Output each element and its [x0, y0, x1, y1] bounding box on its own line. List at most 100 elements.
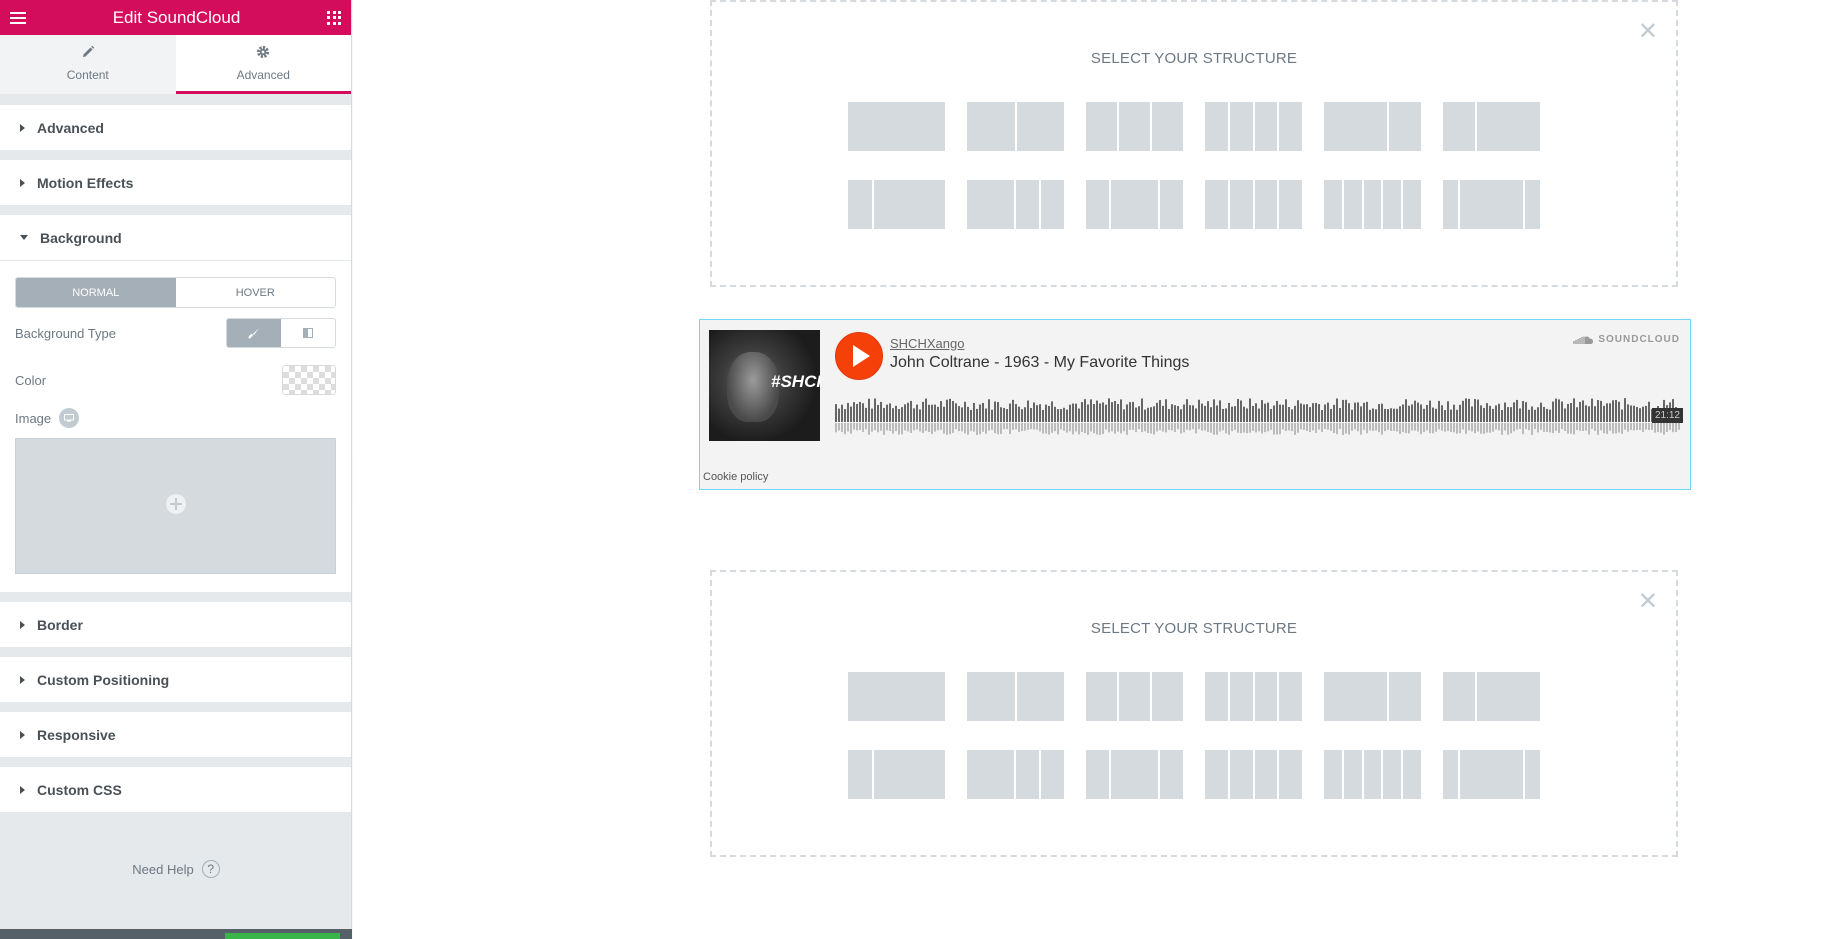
preset-column — [1086, 180, 1110, 229]
preset-column — [967, 672, 1015, 721]
preset-column — [1205, 750, 1228, 799]
gear-icon — [256, 45, 270, 62]
soundcloud-widget[interactable]: #SHCHX SHCHXango John Coltrane - 1963 - … — [699, 319, 1691, 490]
preset-column — [1279, 102, 1302, 151]
widgets-grid-icon[interactable] — [327, 10, 341, 25]
soundcloud-logo[interactable]: SOUNDCLOUD — [1572, 334, 1680, 345]
section-background[interactable]: Background — [0, 215, 351, 260]
preset-column — [1279, 180, 1302, 229]
paint-brush-icon[interactable] — [227, 319, 281, 347]
preset-column — [1040, 750, 1064, 799]
preset-column — [1159, 750, 1183, 799]
track-title[interactable]: John Coltrane - 1963 - My Favorite Thing… — [890, 354, 1189, 372]
structure-title: SELECT YOUR STRUCTURE — [1090, 620, 1298, 637]
preset-column — [967, 180, 1014, 229]
structure-preset[interactable] — [1086, 750, 1183, 799]
structure-preset[interactable] — [848, 672, 945, 721]
waveform[interactable] — [835, 394, 1681, 438]
track-artwork[interactable]: #SHCHX — [709, 330, 820, 441]
preset-column — [1443, 180, 1459, 229]
background-controls: NORMAL HOVER Background Type Color Image — [0, 260, 351, 592]
structure-preset[interactable] — [848, 180, 945, 229]
structure-preset[interactable] — [1086, 672, 1183, 721]
structure-preset[interactable] — [1086, 180, 1183, 229]
caret-right-icon — [20, 620, 25, 629]
structure-preset[interactable] — [1205, 102, 1302, 151]
tab-advanced-label: Advanced — [236, 67, 290, 82]
preset-column — [1524, 180, 1540, 229]
preset-column — [1343, 180, 1362, 229]
tab-hover[interactable]: HOVER — [176, 278, 336, 307]
tab-normal[interactable]: NORMAL — [16, 278, 176, 307]
preset-column — [1254, 180, 1278, 229]
preset-column — [848, 750, 872, 799]
preset-column — [1015, 750, 1039, 799]
structure-preset[interactable] — [1086, 102, 1183, 151]
structure-preset[interactable] — [1324, 672, 1421, 721]
responsive-monitor-icon[interactable] — [59, 408, 80, 428]
preset-column — [1205, 672, 1228, 721]
editor-canvas: ✕ SELECT YOUR STRUCTURE #SHCHX SHCHXango… — [353, 0, 1840, 939]
preset-column — [1016, 102, 1064, 151]
preset-column — [1015, 180, 1039, 229]
caret-down-icon — [20, 235, 28, 240]
gradient-icon[interactable] — [281, 319, 335, 347]
section-positioning-label: Custom Positioning — [37, 671, 170, 688]
structure-preset[interactable] — [1443, 102, 1540, 151]
structure-preset[interactable] — [1205, 180, 1302, 229]
color-picker-swatch[interactable] — [282, 365, 336, 395]
tab-advanced[interactable]: Advanced — [175, 35, 351, 94]
section-custom-css[interactable]: Custom CSS — [0, 767, 351, 812]
preset-column — [1229, 180, 1253, 229]
structure-preset[interactable] — [848, 750, 945, 799]
soundcloud-brand-text: SOUNDCLOUD — [1598, 334, 1680, 345]
structure-preset[interactable] — [967, 180, 1064, 229]
artwork-text: #SHCHX — [771, 372, 820, 391]
preset-column — [848, 180, 872, 229]
preset-column — [1159, 180, 1183, 229]
structure-preset[interactable] — [1324, 102, 1421, 151]
preset-column — [1443, 750, 1459, 799]
structure-preset[interactable] — [1443, 180, 1540, 229]
structure-preset[interactable] — [1205, 672, 1302, 721]
tab-content[interactable]: Content — [0, 35, 176, 94]
structure-preset[interactable] — [967, 102, 1064, 151]
structure-preset[interactable] — [967, 672, 1064, 721]
track-user-link[interactable]: SHCHXango — [890, 336, 964, 351]
section-responsive[interactable]: Responsive — [0, 712, 351, 757]
need-help-link[interactable]: Need Help ? — [0, 860, 352, 878]
structure-preset[interactable] — [1443, 750, 1540, 799]
section-responsive-label: Responsive — [37, 726, 116, 743]
section-advanced[interactable]: Advanced — [0, 105, 351, 150]
preset-column — [1324, 180, 1342, 229]
menu-icon[interactable] — [10, 11, 26, 24]
play-button[interactable] — [835, 332, 883, 380]
structure-preset[interactable] — [1324, 180, 1421, 229]
structure-preset[interactable] — [1324, 750, 1421, 799]
close-icon[interactable]: ✕ — [1638, 590, 1658, 614]
preset-column — [1016, 672, 1064, 721]
image-upload-area[interactable] — [15, 438, 336, 574]
preset-column — [1389, 102, 1421, 151]
section-motion-effects[interactable]: Motion Effects — [0, 160, 351, 205]
preset-column — [873, 750, 945, 799]
cookie-policy-link[interactable]: Cookie policy — [703, 471, 768, 483]
publish-button[interactable] — [225, 933, 340, 939]
preset-column — [848, 102, 945, 151]
preset-column — [1460, 180, 1523, 229]
preset-column — [1205, 180, 1228, 229]
section-border[interactable]: Border — [0, 602, 351, 647]
structure-preset[interactable] — [848, 102, 945, 151]
section-background-label: Background — [40, 229, 122, 246]
preset-column — [1279, 672, 1302, 721]
preset-column — [967, 102, 1015, 151]
section-css-label: Custom CSS — [37, 781, 122, 798]
section-custom-positioning[interactable]: Custom Positioning — [0, 657, 351, 702]
close-icon[interactable]: ✕ — [1638, 20, 1658, 44]
structure-preset[interactable] — [1443, 672, 1540, 721]
structure-preset[interactable] — [967, 750, 1064, 799]
panel-header: Edit SoundCloud — [0, 0, 351, 35]
structure-preset[interactable] — [1205, 750, 1302, 799]
background-type-choices — [226, 318, 336, 348]
structure-presets — [848, 672, 1540, 799]
